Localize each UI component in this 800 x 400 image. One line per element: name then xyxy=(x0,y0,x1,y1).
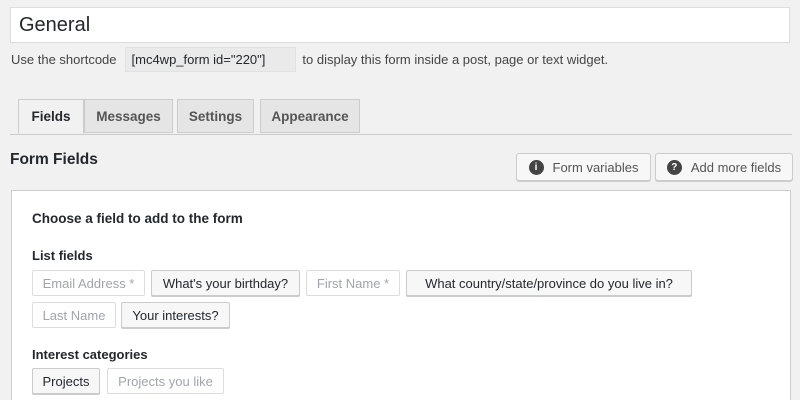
help-icon: ? xyxy=(666,159,682,175)
form-variables-label: Form variables xyxy=(552,159,639,175)
add-more-fields-label: Add more fields xyxy=(690,159,782,175)
section-title: Form Fields xyxy=(10,151,98,168)
field-interests[interactable]: Your interests? xyxy=(121,302,230,328)
tab-bar: Fields Messages Settings Appearance xyxy=(10,99,792,135)
field-last-name: Last Name xyxy=(32,302,116,328)
add-more-fields-button[interactable]: ? Add more fields xyxy=(655,153,793,181)
list-fields-label: List fields xyxy=(32,248,93,263)
field-birthday[interactable]: What's your birthday? xyxy=(151,270,300,296)
shortcode-code[interactable]: [mc4wp_form id="220"] xyxy=(124,46,297,72)
tab-appearance[interactable]: Appearance xyxy=(260,99,360,133)
tab-messages[interactable]: Messages xyxy=(84,99,173,133)
field-picker-panel: Choose a field to add to the form List f… xyxy=(11,190,791,400)
field-first-name: First Name * xyxy=(306,270,400,296)
form-editor-page: Use the shortcode [mc4wp_form id="220"] … xyxy=(0,0,800,400)
category-projects-you-like: Projects you like xyxy=(107,368,224,394)
panel-heading: Choose a field to add to the form xyxy=(32,211,243,226)
field-email-address: Email Address * xyxy=(32,270,145,296)
field-country[interactable]: What country/state/province do you live … xyxy=(406,270,692,296)
tab-fields[interactable]: Fields xyxy=(18,99,84,134)
shortcode-suffix-text: to display this form inside a post, page… xyxy=(302,51,609,67)
shortcode-prefix-text: Use the shortcode xyxy=(11,51,117,67)
form-variables-button[interactable]: i Form variables xyxy=(516,153,651,181)
interest-categories-label: Interest categories xyxy=(32,347,148,362)
info-icon: i xyxy=(528,159,544,175)
shortcode-row: Use the shortcode [mc4wp_form id="220"] … xyxy=(11,45,608,73)
category-projects[interactable]: Projects xyxy=(32,368,100,394)
tab-settings[interactable]: Settings xyxy=(177,99,254,133)
form-title-input[interactable] xyxy=(10,7,790,43)
